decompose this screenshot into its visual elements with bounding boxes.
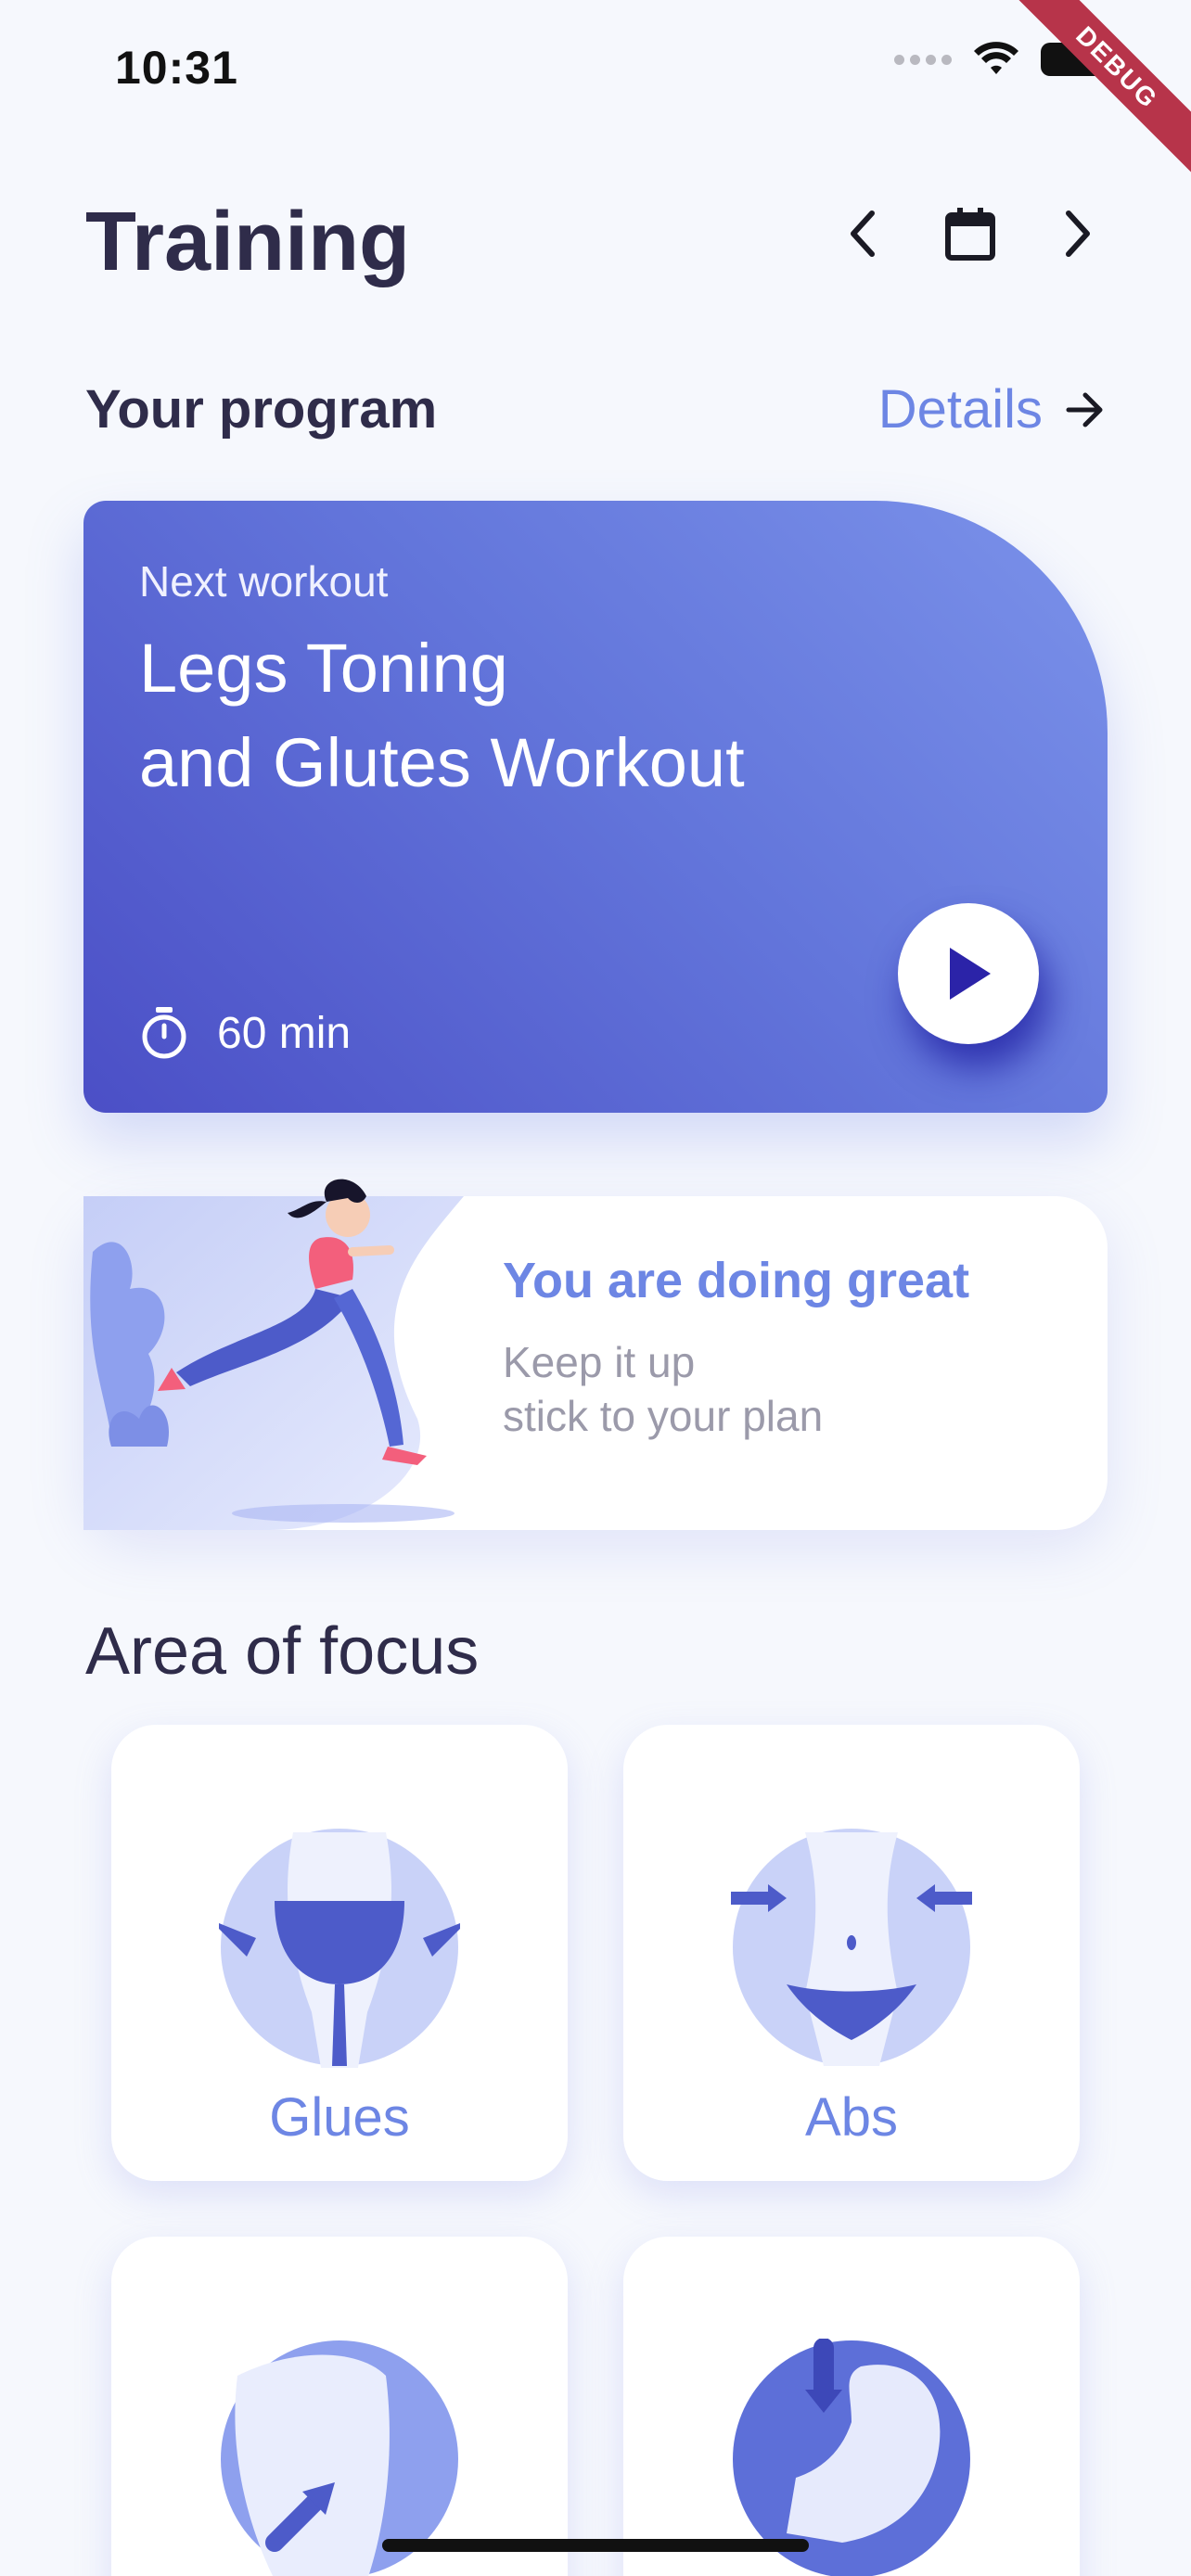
arrow-right-icon <box>1066 392 1103 427</box>
date-navigation <box>835 206 1106 261</box>
play-workout-button[interactable] <box>898 903 1039 1044</box>
focus-label-glutes: Glues <box>269 2087 410 2148</box>
program-section-title: Your program <box>85 379 438 440</box>
encouragement-title: You are doing great <box>503 1253 970 1308</box>
previous-day-button[interactable] <box>835 206 890 261</box>
encouragement-subtitle: Keep it up stick to your plan <box>503 1335 823 1443</box>
focus-label-abs: Abs <box>805 2087 898 2148</box>
focus-card-back[interactable] <box>111 2237 568 2576</box>
page-title: Training <box>85 196 411 288</box>
home-indicator[interactable] <box>382 2539 809 2552</box>
calendar-button[interactable] <box>942 206 998 261</box>
calendar-icon <box>945 208 995 261</box>
encouragement-line2: stick to your plan <box>503 1392 824 1440</box>
stopwatch-icon <box>142 1007 186 1059</box>
details-label: Details <box>877 379 1043 440</box>
workout-title-line1: Legs Toning <box>139 630 508 707</box>
encouragement-line1: Keep it up <box>503 1338 696 1386</box>
wifi-icon <box>974 42 1018 74</box>
workout-duration-text: 60 min <box>217 1008 352 1058</box>
next-workout-card[interactable]: Next workout Legs Toning and Glutes Work… <box>83 501 1108 1113</box>
cellular-signal-icon <box>894 54 952 65</box>
focus-section-title: Area of focus <box>85 1614 480 1689</box>
abs-icon <box>731 1829 972 2066</box>
chevron-right-icon <box>1066 210 1090 257</box>
debug-banner: DEBUG <box>990 0 1191 195</box>
focus-card-glutes[interactable]: Glues <box>111 1725 568 2181</box>
workout-duration: 60 min <box>139 1005 351 1061</box>
encouragement-card: You are doing great Keep it up stick to … <box>83 1179 1108 1530</box>
workout-title: Legs Toning and Glutes Workout <box>139 621 745 810</box>
workout-title-line2: and Glutes Workout <box>139 724 745 801</box>
details-link[interactable]: Details <box>878 378 1106 440</box>
runner-illustration <box>83 1179 464 1530</box>
status-time: 10:31 <box>115 42 238 94</box>
play-icon <box>950 948 991 1000</box>
focus-card-abs[interactable]: Abs <box>623 1725 1080 2181</box>
focus-card-biceps[interactable] <box>623 2237 1080 2576</box>
next-workout-label: Next workout <box>139 557 389 606</box>
glutes-icon <box>219 1829 460 2068</box>
next-day-button[interactable] <box>1050 206 1106 261</box>
chevron-left-icon <box>851 210 875 257</box>
